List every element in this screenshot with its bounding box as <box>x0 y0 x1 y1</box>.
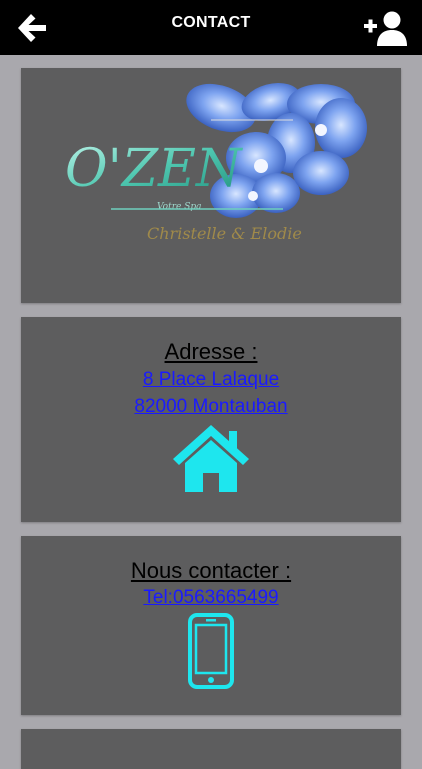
address-heading: Adresse : <box>164 339 258 364</box>
brand-main-text: O'ZEN <box>65 139 243 199</box>
address-line1-link[interactable]: 8 Place Lalaque <box>21 369 401 391</box>
address-card: Adresse : 8 Place Lalaque 82000 Montauba… <box>21 317 401 522</box>
home-icon <box>173 425 249 492</box>
address-line2-link[interactable]: 82000 Montauban <box>21 396 401 418</box>
user-plus-icon <box>364 11 407 46</box>
brand-tag-text: Votre Spa <box>157 202 202 212</box>
phone-icon-button[interactable] <box>188 613 234 694</box>
app-header: CONTACT <box>0 0 422 55</box>
contact-card: Nous contacter : Tel:0563665499 <box>21 536 401 715</box>
contact-heading: Nous contacter : <box>130 558 292 583</box>
brand-script-text: Christelle & Elodie <box>147 224 302 243</box>
add-contact-button[interactable] <box>364 9 408 47</box>
logo-card: O'ZEN Votre Spa Christelle & Elodie <box>21 68 401 303</box>
mobile-phone-icon <box>188 613 234 689</box>
phone-link[interactable]: Tel:0563665499 <box>21 587 401 609</box>
page-title: CONTACT <box>171 14 251 31</box>
ozen-logo: O'ZEN Votre Spa Christelle & Elodie <box>65 82 367 243</box>
home-icon-button[interactable] <box>171 423 251 498</box>
next-card <box>21 729 401 769</box>
